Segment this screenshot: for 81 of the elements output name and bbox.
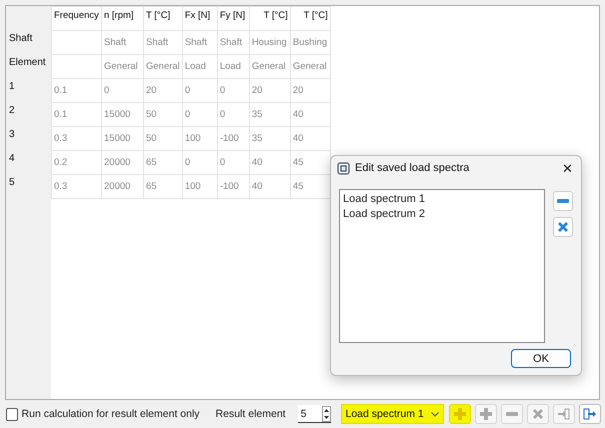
table-cell: 40 [249,174,290,198]
column-header: Fx [N] [182,6,218,30]
row-header-label: Shaft [8,32,34,46]
row-header-label: Element [8,56,47,70]
side-button[interactable] [553,191,573,211]
table-cell: 20 [290,78,330,102]
category-cell: General [249,54,290,78]
spin-arrows-icon [322,406,330,421]
table-cell: 0.1 [52,78,102,102]
table-cell: 0.1 [52,102,102,126]
number-spinner[interactable]: 5 [298,405,330,424]
table-cell: 15000 [102,126,144,150]
table-cell: 100 [182,126,218,150]
column-header: T [°C] [290,6,330,30]
dialog-title: Edit saved load spectra [355,162,470,174]
table-cell: -100 [217,126,250,150]
table-cell: 50 [144,126,182,150]
toolbar-button[interactable] [579,404,602,424]
table-cell: 0.3 [52,126,102,150]
table-cell: 20000 [102,174,144,198]
target-cell: Shaft [217,30,250,54]
table-cell: 0 [217,102,250,126]
target-cell: Shaft [182,30,218,54]
table-cell: 0 [182,78,218,102]
list-item[interactable]: Load spectrum 1 [343,192,541,207]
table-cell: 0.2 [52,150,102,174]
category-cell: General [290,54,330,78]
table-cell: 20 [249,78,290,102]
table-cell: 0 [217,150,250,174]
spectrum-dropdown[interactable]: Load spectrum 1 [340,404,444,424]
table-cell: -100 [217,174,250,198]
side-button[interactable] [553,217,573,237]
checkbox-label: Run calculation for result element only [22,408,200,420]
minus-icon [557,199,569,203]
table-cell: 0 [102,78,144,102]
plus-icon [452,406,468,422]
category-cell: Load [217,54,250,78]
column-header: n [rpm] [102,6,144,30]
ok-button[interactable]: OK [511,349,571,368]
column-header: T [°C] [249,6,290,30]
table-cell: 100 [182,174,218,198]
table-cell: 65 [144,174,182,198]
table-cell: 35 [249,102,290,126]
column-header: Fy [N] [217,6,250,30]
table-cell: 15000 [102,102,144,126]
chevron-down-icon [431,412,440,417]
table-cell: 50 [144,102,182,126]
table-cell: 0 [217,78,250,102]
minus-icon [506,412,518,416]
row-number: 5 [8,176,16,190]
table-cell: 35 [249,126,290,150]
row-number: 4 [8,152,16,166]
plus-icon [478,406,494,422]
target-cell: Bushing [290,30,330,54]
category-cell: General [102,54,144,78]
row-number: 3 [8,128,16,142]
table-cell: 20 [144,78,182,102]
table-cell: 65 [144,150,182,174]
row-number: 1 [8,80,16,94]
app-icon [337,162,350,174]
table-cell: 0 [182,150,218,174]
close-button[interactable]: ✕ [562,160,573,176]
result-element-label: Result element [216,408,286,420]
target-cell: Housing [249,30,290,54]
target-cell: Shaft [144,30,182,54]
table-cell: 40 [249,150,290,174]
row-number: 2 [8,104,16,118]
list-item[interactable]: Load spectrum 2 [343,207,541,222]
table-cell: 40 [290,126,330,150]
checkbox[interactable] [6,408,18,421]
table-cell: 0.3 [52,174,102,198]
target-cell: Shaft [102,30,144,54]
category-cell: Load [182,54,218,78]
column-header: Frequency [52,6,102,30]
column-header: T [°C] [144,6,182,30]
table-cell: 40 [290,102,330,126]
category-cell: General [144,54,182,78]
arrow-out-of-box-icon [582,406,598,422]
arrow-into-box-icon [556,406,572,422]
table-cell: 20000 [102,150,144,174]
table-cell: 0 [182,102,218,126]
